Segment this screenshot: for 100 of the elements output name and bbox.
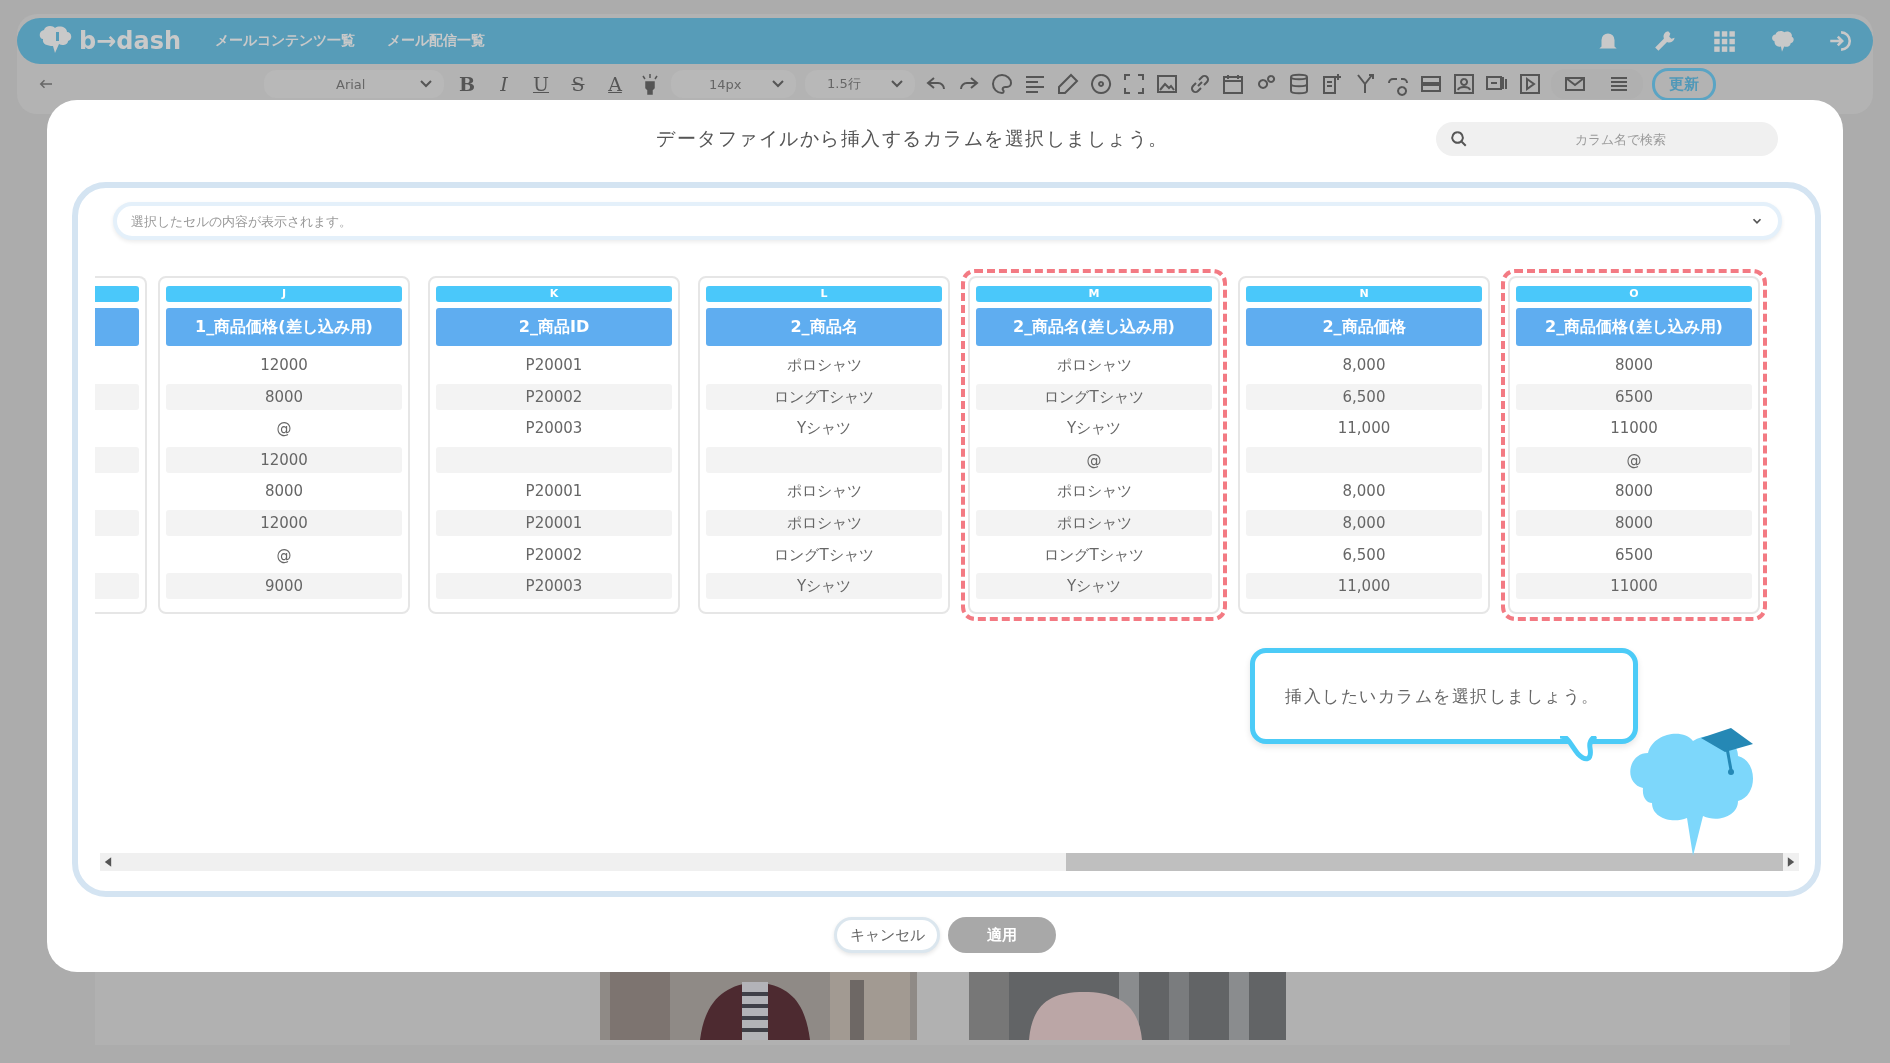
- table-cell-text: 8000: [1613, 355, 1655, 376]
- table-cell: 8000: [1516, 509, 1752, 536]
- column-card[interactable]: M 2_商品名(差し込み用) ポロシャツ ロングTシャツ Yシャツ @ ポロシャツ ポロシャツ ロングTシャツ Yシャツ: [968, 276, 1220, 614]
- nav-link[interactable]: メール配信一覧: [387, 32, 486, 50]
- table-cell: 8,000: [1246, 509, 1482, 536]
- table-cell: 6500: [1516, 383, 1752, 410]
- table-cell-text: 11,000: [1336, 418, 1392, 440]
- column-card[interactable]: N 2_商品価格 8,000 6,500 11,000 8,000 8,000 6,500 11,000: [1238, 276, 1490, 614]
- line-height-dropdown[interactable]: 1.5行: [805, 70, 915, 98]
- table-cell: 9000: [166, 573, 402, 600]
- logo-text: b→dash: [79, 27, 182, 55]
- table-cell-text: ポロシャツ: [785, 355, 863, 376]
- cancel-button[interactable]: キャンセル: [834, 917, 940, 953]
- table-cell: P20002: [436, 383, 672, 410]
- column-header[interactable]: 2_商品価格: [1246, 308, 1482, 346]
- table-cell: ロングTシャツ: [976, 383, 1212, 410]
- table-cell-text: P20001: [524, 355, 584, 376]
- update-button[interactable]: 更新: [1652, 67, 1716, 101]
- nav-link[interactable]: メールコンテンツ一覧: [215, 32, 356, 50]
- table-cell: Yシャツ: [976, 573, 1212, 600]
- dialog-title: データファイルから挿入するカラムを選択しましょう。: [656, 126, 1169, 151]
- table-cell-text: ポロシャツ: [1055, 481, 1133, 503]
- column-header[interactable]: 2_商品価格(差し込み用): [1516, 308, 1752, 346]
- table-cell: @: [1516, 446, 1752, 473]
- table-cell: 12000: [166, 446, 402, 473]
- scrollbar[interactable]: [100, 853, 1799, 871]
- table-cell-text: 12000: [259, 355, 309, 376]
- chevron-down-icon[interactable]: [420, 80, 432, 88]
- chevron-down-icon[interactable]: [772, 80, 784, 88]
- search-field[interactable]: カラム名で検索: [1436, 122, 1778, 156]
- image-icon[interactable]: [1155, 72, 1179, 96]
- table-cell: P20001: [436, 509, 672, 536]
- person-card-icon[interactable]: [1452, 72, 1476, 96]
- fullscreen-icon[interactable]: [1122, 72, 1146, 96]
- avatar-icon[interactable]: [1769, 28, 1795, 54]
- pen-icon[interactable]: [1056, 72, 1080, 96]
- column-letter: J: [166, 286, 402, 302]
- logout-icon[interactable]: [1827, 28, 1853, 54]
- table-cell-text: P20001: [524, 481, 584, 503]
- table-cell-text: @: [275, 418, 293, 440]
- column-card[interactable]: K 2_商品ID P20001 P20002 P20003 P20001 P20001 P20002 P20003: [428, 276, 680, 614]
- chevron-down-icon[interactable]: [891, 80, 903, 88]
- italic-button[interactable]: I: [490, 73, 518, 95]
- column-header[interactable]: 1_商品価格(差し込み用): [166, 308, 402, 346]
- strikethrough-button[interactable]: S: [564, 73, 592, 95]
- table-cell-text: 8000: [1613, 481, 1655, 503]
- table-cell: 11,000: [1246, 573, 1482, 600]
- table-cell: 8000: [166, 383, 402, 410]
- table-cell: 12000: [166, 509, 402, 536]
- table-cell: 6,500: [1246, 383, 1482, 410]
- table-cell-text: ロングTシャツ: [773, 544, 875, 566]
- target-icon[interactable]: [1089, 72, 1113, 96]
- font-dropdown[interactable]: Arial: [264, 70, 444, 98]
- text-color-button[interactable]: A: [601, 73, 629, 95]
- column-letter: M: [976, 286, 1212, 302]
- table-cell: ポロシャツ: [976, 509, 1212, 536]
- link-icon[interactable]: [1188, 72, 1212, 96]
- table-cell: @: [976, 446, 1212, 473]
- database-icon[interactable]: [1287, 72, 1311, 96]
- column-card[interactable]: J 1_商品価格(差し込み用) 12000 8000 @ 12000 8000 12000 @ 9000: [158, 276, 410, 614]
- column-header[interactable]: 2_商品名: [706, 308, 942, 346]
- column-header[interactable]: 2_商品名(差し込み用): [976, 308, 1212, 346]
- table-cell-text: @: [275, 544, 293, 566]
- palette-icon[interactable]: [990, 72, 1014, 96]
- table-cell-text: 8,000: [1341, 355, 1387, 376]
- table-cell-text: 11000: [1609, 418, 1659, 440]
- table-cell-text: 8000: [263, 481, 305, 503]
- scroll-thumb[interactable]: [1066, 853, 1783, 871]
- table-cell: Yシャツ: [706, 573, 942, 600]
- play-icon[interactable]: [1518, 72, 1542, 96]
- cell-preview-field[interactable]: 選択したセルの内容が表示されます。: [113, 202, 1782, 240]
- table-cell-text: 6,500: [1341, 544, 1387, 566]
- table-cell-text: 6500: [1613, 544, 1655, 566]
- column-letter: N: [1246, 286, 1482, 302]
- table-cell-text: 8,000: [1341, 481, 1387, 503]
- column-header: [95, 308, 139, 346]
- table-cell-text: Yシャツ: [1065, 418, 1123, 440]
- column-header[interactable]: 2_商品ID: [436, 308, 672, 346]
- column-card[interactable]: O 2_商品価格(差し込み用) 8000 6500 11000 @ 8000 8000 6500 11000: [1508, 276, 1760, 614]
- table-cell-text: Yシャツ: [795, 418, 853, 440]
- hint-text: 挿入したいカラムを選択しましょう。: [1285, 684, 1600, 708]
- bold-button[interactable]: B: [453, 73, 481, 95]
- calendar-icon[interactable]: [1221, 72, 1245, 96]
- column-letter: L: [706, 286, 942, 302]
- column-card[interactable]: [95, 276, 147, 614]
- search-icon: [1450, 130, 1468, 148]
- table-cell: 11000: [1516, 573, 1752, 600]
- add-document-icon[interactable]: [1320, 72, 1344, 96]
- table-cell-text: P20002: [524, 544, 584, 566]
- table-cell-text: P20003: [524, 418, 584, 440]
- font-size-dropdown[interactable]: 14px: [671, 70, 796, 98]
- grid-icon[interactable]: [1711, 28, 1737, 54]
- underline-button[interactable]: U: [527, 73, 555, 95]
- column-card[interactable]: L 2_商品名 ポロシャツ ロングTシャツ Yシャツ ポロシャツ ポロシャツ ロングTシャツ Yシャツ: [698, 276, 950, 614]
- table-cell-text: ロングTシャツ: [1043, 544, 1145, 566]
- table-cell-text: ポロシャツ: [785, 481, 863, 503]
- table-cell-text: ポロシャツ: [1055, 355, 1133, 376]
- table-cell: ポロシャツ: [706, 509, 942, 536]
- column-letter: O: [1516, 286, 1752, 302]
- table-cell: P20003: [436, 573, 672, 600]
